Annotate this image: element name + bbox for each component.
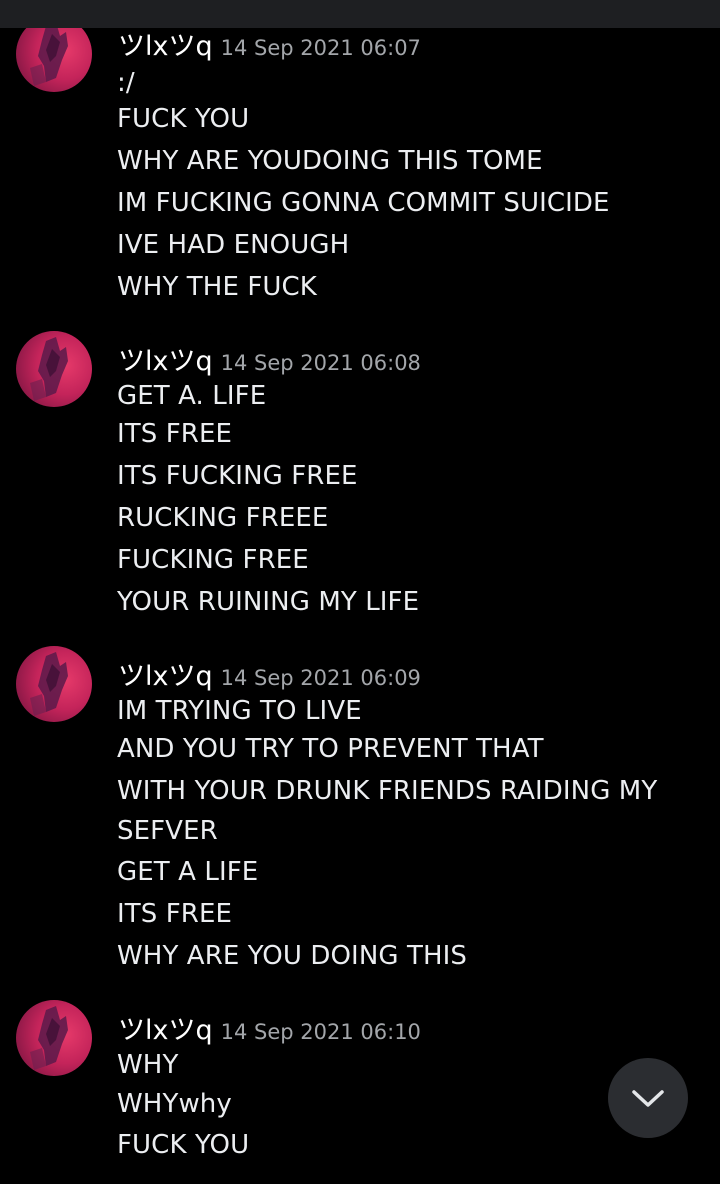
message-header: ツlxツq 14 Sep 2021 06:08 <box>118 339 421 377</box>
message-line: ITS FREE <box>117 419 232 449</box>
top-bar <box>0 0 720 28</box>
message-line: WITH YOUR DRUNK FRIENDS RAIDING MY <box>117 776 658 806</box>
avatar-figure-icon <box>30 652 68 716</box>
message-line: GET A. LIFE <box>117 381 267 411</box>
message-line: WHY ARE YOU DOING THIS <box>117 941 467 971</box>
username[interactable]: ツlxツq <box>118 661 213 692</box>
message-line: WHY <box>117 1050 179 1080</box>
avatar-figure-icon <box>30 1006 68 1070</box>
username[interactable]: ツlxツq <box>118 1015 213 1046</box>
message-header: ツlxツq 14 Sep 2021 06:09 <box>118 654 421 692</box>
message-line: FUCKING FREE <box>117 545 309 575</box>
scroll-to-bottom-button[interactable] <box>608 1058 688 1138</box>
avatar-figure-icon <box>30 337 68 401</box>
message-line: FUCK YOU <box>117 1130 250 1160</box>
message-line: IVE HAD ENOUGH <box>117 230 350 260</box>
message-line: WHY THE FUCK <box>117 272 317 302</box>
avatar[interactable] <box>16 646 92 722</box>
message-line: AND YOU TRY TO PREVENT THAT <box>117 734 544 764</box>
avatar[interactable] <box>16 331 92 407</box>
message-line: RUCKING FREEE <box>117 503 329 533</box>
chat-message-list[interactable]: ツlxツq 14 Sep 2021 06:07 :/ FUCK YOU WHY A… <box>0 0 720 1184</box>
message-header: ツlxツq 14 Sep 2021 06:10 <box>118 1008 421 1046</box>
message-line: GET A LIFE <box>117 857 259 887</box>
message-line: IM FUCKING GONNA COMMIT SUICIDE <box>117 188 610 218</box>
message-line: IM TRYING TO LIVE <box>117 696 362 726</box>
username[interactable]: ツlxツq <box>118 346 213 377</box>
message-line: ITS FUCKING FREE <box>117 461 358 491</box>
message-line: :/ <box>117 68 135 98</box>
timestamp: 14 Sep 2021 06:10 <box>220 1020 421 1044</box>
timestamp: 14 Sep 2021 06:09 <box>220 666 421 690</box>
message-line: WHY ARE YOUDOING THIS TOME <box>117 146 543 176</box>
message-line: ITS FREE <box>117 899 232 929</box>
message-header: ツlxツq 14 Sep 2021 06:07 <box>118 24 421 62</box>
avatar[interactable] <box>16 1000 92 1076</box>
message-line: YOUR RUINING MY LIFE <box>117 587 420 617</box>
message-line: SEFVER <box>117 816 218 846</box>
chevron-down-icon <box>632 1090 664 1107</box>
timestamp: 14 Sep 2021 06:07 <box>220 36 421 60</box>
timestamp: 14 Sep 2021 06:08 <box>220 351 421 375</box>
message-line: FUCK YOU <box>117 104 250 134</box>
message-line: WHYwhy <box>117 1089 232 1119</box>
username[interactable]: ツlxツq <box>118 31 213 62</box>
